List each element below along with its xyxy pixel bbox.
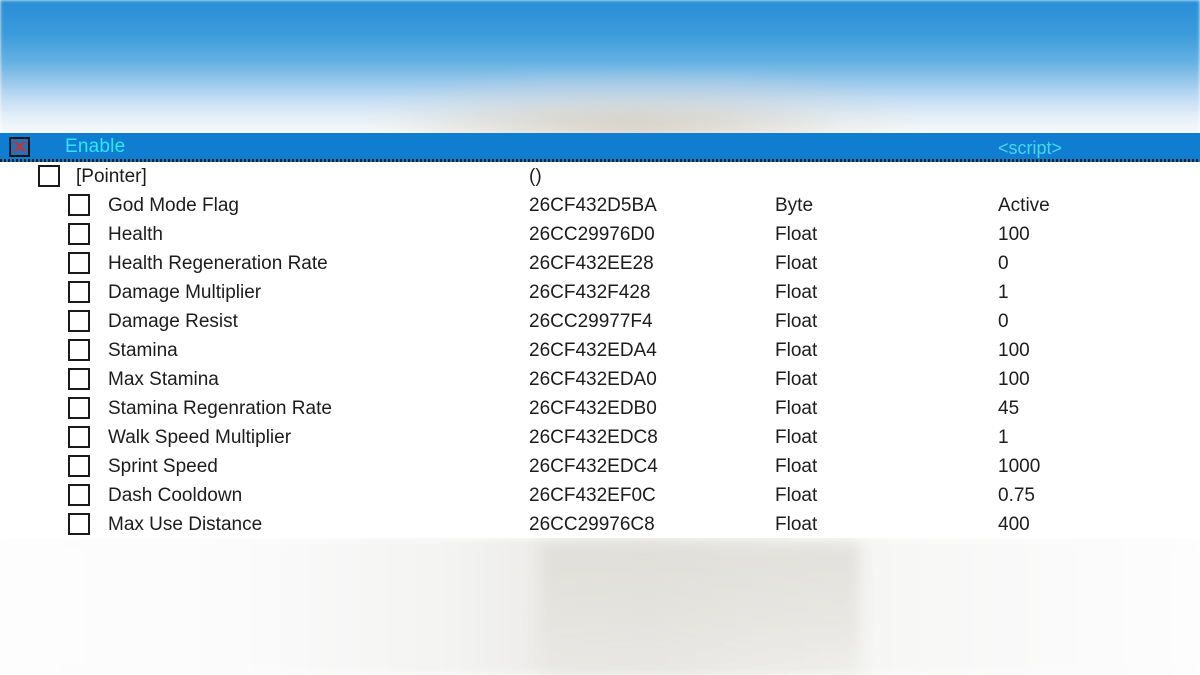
cell-value[interactable]: 1 bbox=[998, 423, 1009, 452]
row-enable-checkbox[interactable] bbox=[68, 484, 90, 506]
cell-type: Float bbox=[775, 398, 818, 419]
cell-description: Max Stamina bbox=[108, 369, 219, 390]
cell-address: 26CC29976D0 bbox=[529, 224, 655, 245]
cell-type: Float bbox=[775, 282, 818, 303]
cell-value[interactable]: 0.75 bbox=[998, 481, 1035, 510]
cell-description: Max Use Distance bbox=[108, 514, 263, 535]
cheat-table-header-row[interactable]: Enable <script> bbox=[0, 133, 1200, 162]
cell-value[interactable]: 100 bbox=[998, 220, 1030, 249]
cell-type: Float bbox=[775, 456, 818, 477]
row-enable-checkbox[interactable] bbox=[68, 252, 90, 274]
enable-checkbox[interactable] bbox=[9, 137, 30, 157]
table-row[interactable]: [Pointer] () bbox=[0, 162, 1200, 191]
cell-description: [Pointer] bbox=[76, 166, 147, 187]
cell-address: 26CF432EDC4 bbox=[529, 456, 658, 477]
row-enable-checkbox[interactable] bbox=[68, 194, 90, 216]
cell-address: 26CF432EDA4 bbox=[529, 340, 657, 361]
cell-value[interactable]: 0 bbox=[998, 307, 1009, 336]
cell-description: God Mode Flag bbox=[108, 195, 239, 216]
cell-value[interactable]: 100 bbox=[998, 365, 1030, 394]
cell-description: Stamina Regenration Rate bbox=[108, 398, 332, 419]
row-enable-checkbox[interactable] bbox=[68, 455, 90, 477]
row-enable-checkbox[interactable] bbox=[68, 397, 90, 419]
cell-value[interactable]: 1000 bbox=[998, 452, 1040, 481]
script-label: <script> bbox=[998, 138, 1063, 158]
cell-type: Float bbox=[775, 369, 818, 390]
table-row[interactable]: Walk Speed Multiplier 26CF432EDC8 Float 1 bbox=[0, 423, 1200, 452]
cell-value[interactable]: () bbox=[529, 162, 542, 191]
table-row[interactable]: Stamina 26CF432EDA4 Float 100 bbox=[0, 336, 1200, 365]
cell-type: Float bbox=[775, 253, 818, 274]
row-enable-checkbox[interactable] bbox=[68, 223, 90, 245]
row-enable-checkbox[interactable] bbox=[68, 281, 90, 303]
table-row[interactable]: Health 26CC29976D0 Float 100 bbox=[0, 220, 1200, 249]
cell-type: Float bbox=[775, 340, 818, 361]
checkbox-x-icon bbox=[13, 140, 26, 153]
cell-type: Byte bbox=[775, 195, 814, 216]
row-enable-checkbox[interactable] bbox=[68, 368, 90, 390]
cell-address: 26CF432D5BA bbox=[529, 195, 657, 216]
cell-value[interactable]: 45 bbox=[998, 394, 1019, 423]
screenshot-root: Enable <script> [Pointer]() God Mode Flag… bbox=[0, 0, 1200, 675]
table-row[interactable]: Dash Cooldown 26CF432EF0C Float 0.75 bbox=[0, 481, 1200, 510]
cell-value[interactable]: 400 bbox=[998, 510, 1030, 539]
cell-address: 26CF432EE28 bbox=[529, 253, 654, 274]
row-enable-checkbox[interactable] bbox=[68, 513, 90, 535]
cell-description: Stamina bbox=[108, 340, 178, 361]
cell-type: Float bbox=[775, 311, 818, 332]
row-enable-checkbox[interactable] bbox=[68, 339, 90, 361]
table-row[interactable]: Damage Resist 26CC29977F4 Float 0 bbox=[0, 307, 1200, 336]
cell-value[interactable]: 0 bbox=[998, 249, 1009, 278]
cell-value[interactable]: 1 bbox=[998, 278, 1009, 307]
cheat-table-panel: Enable <script> [Pointer]() God Mode Flag… bbox=[0, 133, 1200, 538]
table-row[interactable]: Damage Multiplier 26CF432F428 Float 1 bbox=[0, 278, 1200, 307]
cell-description: Health Regeneration Rate bbox=[108, 253, 328, 274]
table-row[interactable]: Health Regeneration Rate 26CF432EE28 Float… bbox=[0, 249, 1200, 278]
row-enable-checkbox[interactable] bbox=[38, 165, 60, 187]
cell-type: Float bbox=[775, 514, 818, 535]
cell-description: Health bbox=[108, 224, 163, 245]
cell-description: Walk Speed Multiplier bbox=[108, 427, 292, 448]
cell-description: Dash Cooldown bbox=[108, 485, 243, 506]
table-row[interactable]: Max Use Distance 26CC29976C8 Float 400 bbox=[0, 510, 1200, 539]
cell-description: Sprint Speed bbox=[108, 456, 218, 477]
row-enable-checkbox[interactable] bbox=[68, 310, 90, 332]
cell-address: 26CC29977F4 bbox=[529, 311, 653, 332]
table-row[interactable]: Stamina Regenration Rate 26CF432EDB0 Float… bbox=[0, 394, 1200, 423]
cell-type: Float bbox=[775, 427, 818, 448]
cell-address: 26CF432EF0C bbox=[529, 485, 656, 506]
cell-type: Float bbox=[775, 224, 818, 245]
table-row[interactable]: Sprint Speed 26CF432EDC4 Float 1000 bbox=[0, 452, 1200, 481]
row-enable-checkbox[interactable] bbox=[68, 426, 90, 448]
cell-address: 26CF432EDC8 bbox=[529, 427, 658, 448]
cell-value[interactable]: 100 bbox=[998, 336, 1030, 365]
cell-address: 26CF432EDB0 bbox=[529, 398, 657, 419]
blurred-background-top-sheen bbox=[0, 96, 1200, 136]
cheat-entry-list: [Pointer] () God Mode Flag 26CF432D5BA Byte A… bbox=[0, 162, 1200, 538]
cell-address: 26CF432F428 bbox=[529, 282, 651, 303]
cell-description: Damage Multiplier bbox=[108, 282, 262, 303]
cell-address: 26CC29976C8 bbox=[529, 514, 655, 535]
enable-label: Enable bbox=[65, 136, 126, 157]
blurred-background-bottom-band bbox=[540, 538, 860, 675]
table-row[interactable]: God Mode Flag 26CF432D5BA Byte Active bbox=[0, 191, 1200, 220]
cell-type: Float bbox=[775, 485, 818, 506]
cell-value[interactable]: Active bbox=[998, 191, 1050, 220]
cell-description: Damage Resist bbox=[108, 311, 238, 332]
cell-address: 26CF432EDA0 bbox=[529, 369, 657, 390]
table-row[interactable]: Max Stamina 26CF432EDA0 Float 100 bbox=[0, 365, 1200, 394]
